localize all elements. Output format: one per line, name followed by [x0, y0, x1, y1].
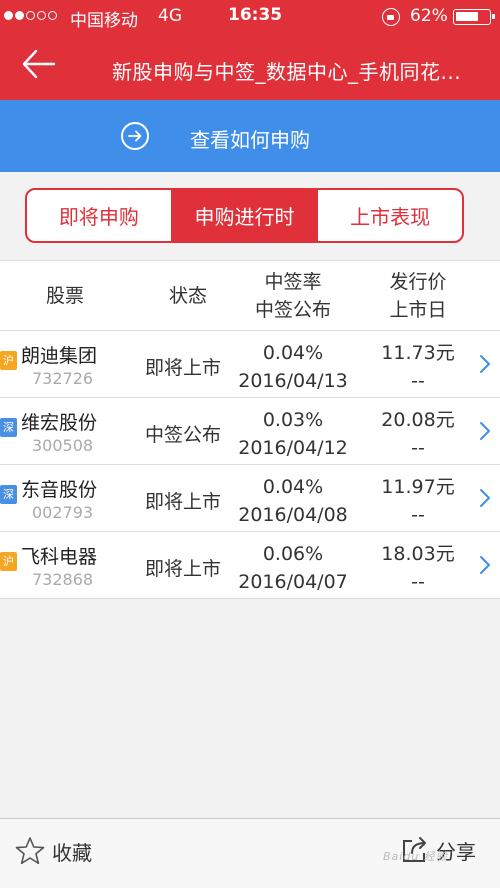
top-bar: 中国移动 4G 16:35 62% 新股申购与中签_数据中心_手机同花...	[0, 0, 500, 100]
issue-price: 18.03元	[381, 543, 455, 565]
tabs-area: 即将申购 申购进行时 上市表现	[0, 172, 500, 260]
rate-cell: 0.06% 2016/04/07	[228, 540, 358, 596]
listing-date: --	[411, 370, 425, 392]
price-cell: 11.73元 --	[362, 339, 474, 395]
header-price-line2: 上市日	[389, 299, 447, 321]
announce-date: 2016/04/13	[238, 370, 348, 392]
favorite-label: 收藏	[52, 840, 92, 865]
arrow-right-circle-icon	[121, 122, 149, 150]
tab-upcoming[interactable]: 即将申购	[27, 190, 171, 241]
header-rate-line2: 中签公布	[254, 299, 331, 321]
listing-date: --	[411, 504, 425, 526]
ipo-table: 股票 状态 中签率 中签公布 发行价 上市日 沪 朗迪集团 732726 即将上…	[0, 260, 500, 599]
header-rate: 中签率 中签公布	[228, 268, 358, 324]
market-badge: 深	[0, 485, 17, 504]
ipo-status: 即将上市	[144, 491, 221, 513]
listing-date: --	[411, 571, 425, 593]
price-cell: 20.08元 --	[362, 406, 474, 462]
stock-name: 维宏股份	[21, 412, 98, 434]
issue-price: 11.97元	[381, 476, 455, 498]
network-type: 4G	[158, 6, 182, 26]
issue-price: 11.73元	[381, 342, 455, 364]
listing-date: --	[411, 437, 425, 459]
stock-name: 飞科电器	[21, 546, 98, 568]
announce-date: 2016/04/07	[238, 571, 348, 593]
stock-name: 东音股份	[21, 479, 98, 501]
winning-rate: 0.03%	[262, 409, 324, 431]
issue-price: 20.08元	[381, 409, 455, 431]
carrier-name: 中国移动	[70, 11, 138, 31]
chevron-right-icon	[480, 422, 490, 440]
market-badge: 沪	[0, 552, 17, 571]
winning-rate: 0.06%	[262, 543, 324, 565]
watermark: Baidu 经验	[383, 850, 448, 863]
how-to-subscribe-banner[interactable]: 查看如何申购	[0, 100, 500, 172]
announce-date: 2016/04/12	[238, 437, 348, 459]
header-status: 状态	[168, 285, 207, 307]
header-price-line1: 发行价	[389, 271, 447, 293]
ipo-status: 即将上市	[144, 558, 221, 580]
back-button[interactable]	[18, 44, 62, 88]
stock-name: 朗迪集团	[21, 345, 98, 367]
header-stock: 股票	[45, 285, 84, 307]
stock-code: 002793	[32, 503, 94, 522]
market-badge: 沪	[0, 351, 17, 370]
page-title: 新股申购与中签_数据中心_手机同花...	[112, 60, 462, 84]
status-time: 16:35	[228, 5, 283, 25]
segmented-tabs: 即将申购 申购进行时 上市表现	[25, 188, 464, 243]
chevron-right-icon	[480, 489, 490, 507]
stock-code: 732726	[32, 369, 94, 388]
announce-date: 2016/04/08	[238, 504, 348, 526]
table-row[interactable]: 深 东音股份 002793 即将上市 0.04% 2016/04/08 11.9…	[0, 465, 500, 532]
winning-rate: 0.04%	[262, 476, 324, 498]
stock-code: 300508	[32, 436, 94, 455]
market-badge: 深	[0, 418, 17, 437]
stock-code: 732868	[32, 570, 94, 589]
ipo-status: 中签公布	[144, 424, 221, 446]
header-rate-line1: 中签率	[264, 271, 322, 293]
rate-cell: 0.03% 2016/04/12	[228, 406, 358, 462]
chevron-right-icon	[480, 556, 490, 574]
rotation-lock-icon	[382, 8, 400, 26]
table-header: 股票 状态 中签率 中签公布 发行价 上市日	[0, 261, 500, 331]
banner-label: 查看如何申购	[190, 128, 310, 152]
table-row[interactable]: 沪 飞科电器 732868 即将上市 0.06% 2016/04/07 18.0…	[0, 532, 500, 599]
table-row[interactable]: 深 维宏股份 300508 中签公布 0.03% 2016/04/12 20.0…	[0, 398, 500, 465]
status-bar: 中国移动 4G 16:35 62%	[0, 0, 500, 34]
header-price: 发行价 上市日	[362, 268, 474, 324]
star-outline-icon	[15, 837, 45, 865]
rate-cell: 0.04% 2016/04/13	[228, 339, 358, 395]
tab-in-progress[interactable]: 申购进行时	[170, 190, 317, 241]
arrow-left-icon	[22, 49, 56, 79]
rate-cell: 0.04% 2016/04/08	[228, 473, 358, 529]
battery-icon	[453, 9, 495, 25]
price-cell: 11.97元 --	[362, 473, 474, 529]
battery-percent: 62%	[410, 6, 448, 26]
tab-listing-performance[interactable]: 上市表现	[316, 190, 462, 241]
ipo-status: 即将上市	[144, 357, 221, 379]
favorite-button[interactable]: 收藏	[14, 835, 92, 867]
signal-strength-icon	[4, 11, 57, 20]
winning-rate: 0.04%	[262, 342, 324, 364]
chevron-right-icon	[480, 355, 490, 373]
table-row[interactable]: 沪 朗迪集团 732726 即将上市 0.04% 2016/04/13 11.7…	[0, 331, 500, 398]
price-cell: 18.03元 --	[362, 540, 474, 596]
